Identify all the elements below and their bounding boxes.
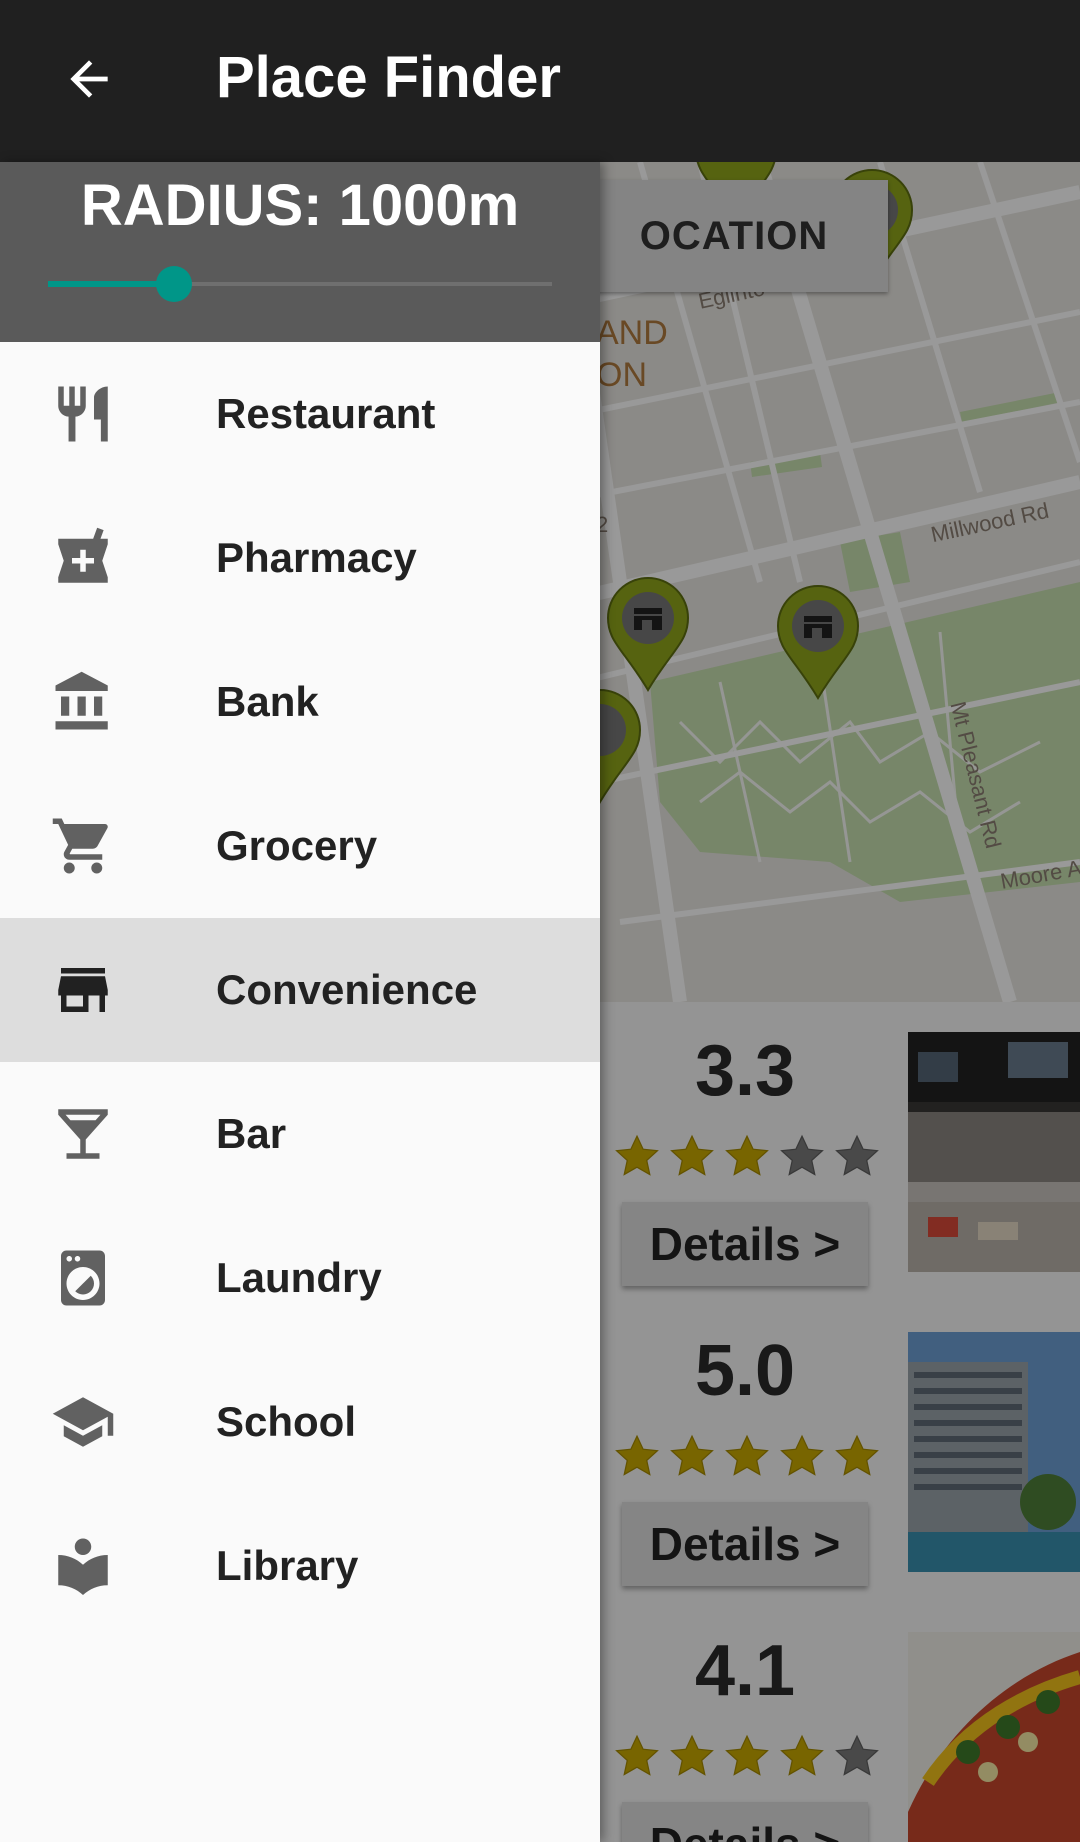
menu-item-label: Grocery	[216, 822, 378, 869]
menu-item-convenience[interactable]: Convenience	[0, 918, 600, 1062]
washing-machine-icon	[50, 1245, 116, 1311]
menu-item-label: Restaurant	[216, 390, 436, 437]
menu-item-label: School	[216, 1398, 357, 1445]
menu-item-library[interactable]: Library	[0, 1494, 600, 1638]
radius-slider[interactable]	[48, 264, 552, 304]
app-title: Place Finder	[216, 45, 561, 110]
menu-item-label: Bank	[216, 678, 319, 725]
menu-item-label: Convenience	[216, 966, 478, 1013]
menu-item-bank[interactable]: Bank	[0, 630, 600, 774]
menu-item-label: Library	[216, 1542, 359, 1589]
menu-item-school[interactable]: School	[0, 1350, 600, 1494]
menu-item-label: Pharmacy	[216, 534, 417, 581]
cart-icon	[50, 813, 116, 879]
drawer-header: RADIUS: 1000m	[0, 162, 600, 342]
pharmacy-icon	[50, 525, 116, 591]
menu-item-pharmacy[interactable]: Pharmacy	[0, 486, 600, 630]
slider-thumb[interactable]	[156, 266, 192, 302]
cocktail-icon	[50, 1101, 116, 1167]
arrow-back-icon	[61, 51, 117, 112]
restaurant-icon	[50, 381, 116, 447]
category-menu: Restaurant Pharmacy Bank Grocery Conveni…	[0, 342, 600, 1638]
library-icon	[50, 1533, 116, 1599]
menu-item-grocery[interactable]: Grocery	[0, 774, 600, 918]
bank-icon	[50, 669, 116, 735]
radius-label: RADIUS: 1000m	[80, 173, 520, 238]
menu-item-bar[interactable]: Bar	[0, 1062, 600, 1206]
school-icon	[50, 1389, 116, 1455]
menu-item-laundry[interactable]: Laundry	[0, 1206, 600, 1350]
store-icon	[50, 957, 116, 1023]
menu-item-label: Laundry	[216, 1254, 382, 1301]
menu-item-restaurant[interactable]: Restaurant	[0, 342, 600, 486]
back-button[interactable]	[44, 36, 134, 126]
app-toolbar: Place Finder	[0, 0, 1080, 162]
navigation-drawer: RADIUS: 1000m Restaurant Pharmacy Bank G…	[0, 162, 600, 1842]
menu-item-label: Bar	[216, 1110, 287, 1157]
